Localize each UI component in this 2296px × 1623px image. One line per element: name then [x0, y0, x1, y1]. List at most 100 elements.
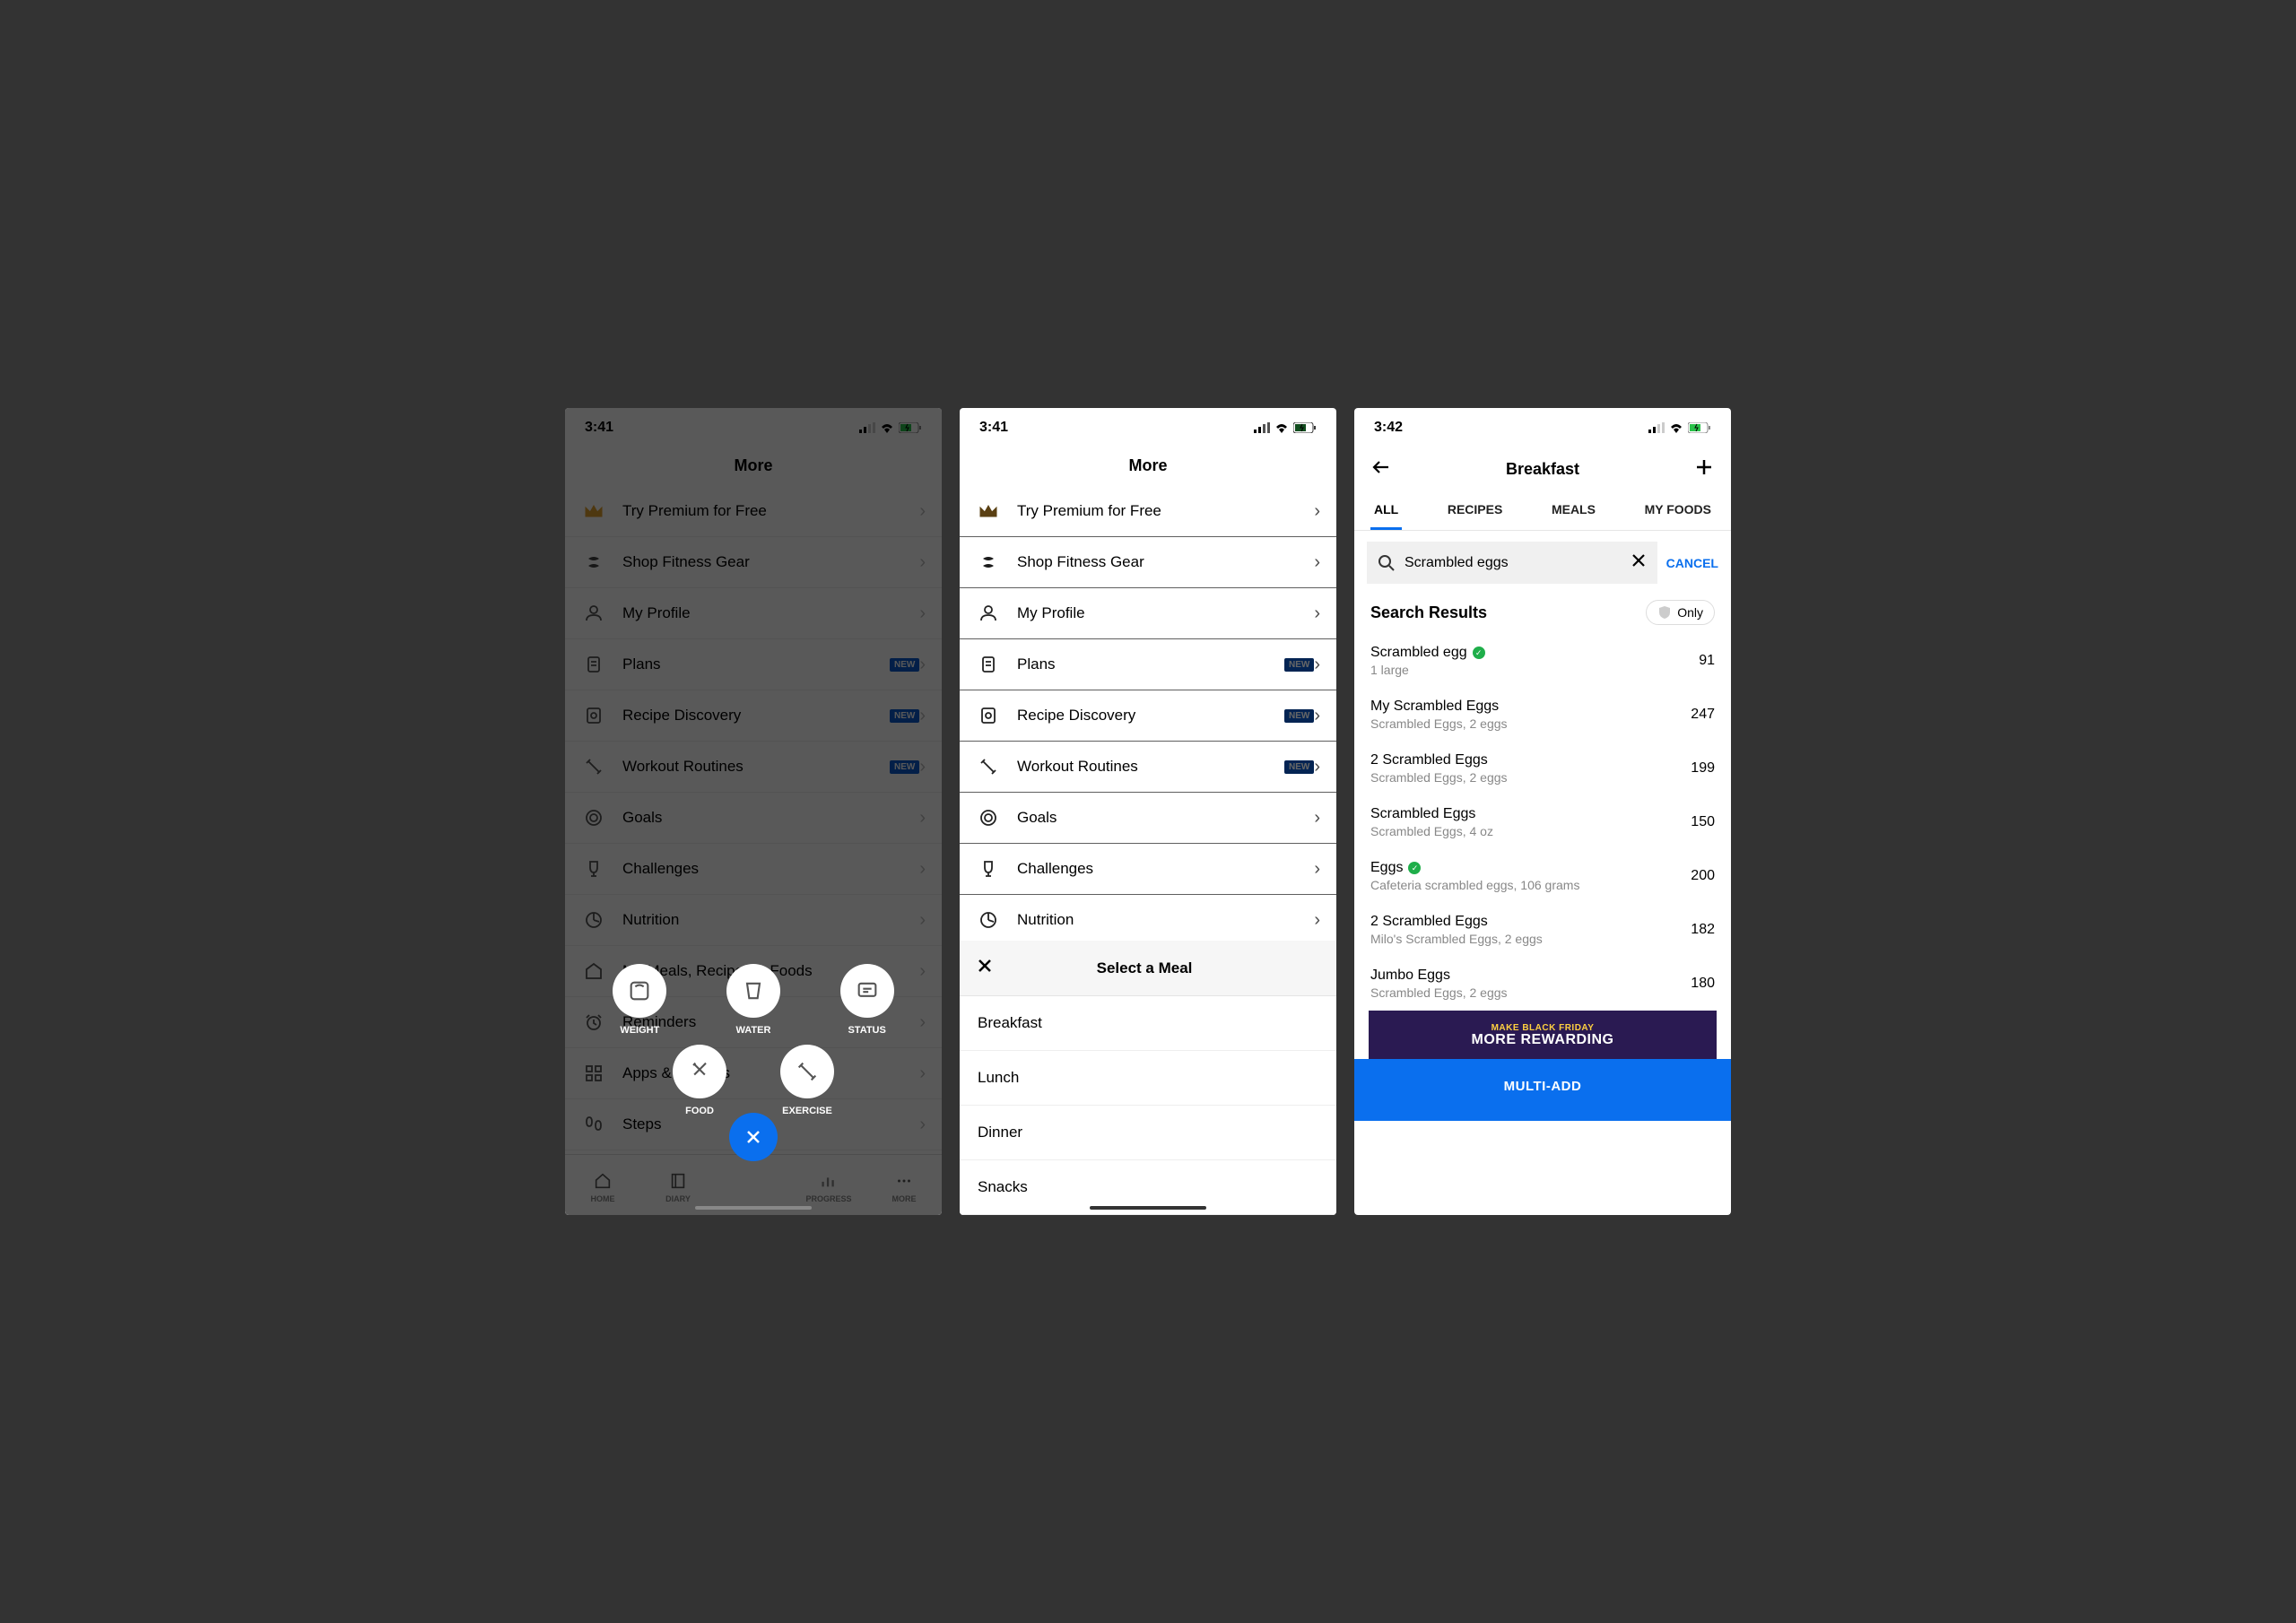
scale-icon — [613, 964, 666, 1018]
radial-weight[interactable]: WEIGHT — [613, 964, 666, 1036]
search-result[interactable]: Scrambled egg ✓ 1 large 91 — [1354, 634, 1731, 688]
tab-meals[interactable]: MEALS — [1548, 495, 1599, 530]
tab-my-foods[interactable]: MY FOODS — [1641, 495, 1715, 530]
screen-more-with-radial: 3:41 More Try Premium for Free › Shop Fi… — [565, 408, 942, 1215]
battery-icon — [1688, 422, 1711, 433]
result-calories: 180 — [1691, 976, 1715, 992]
chevron-right-icon: › — [1314, 859, 1320, 880]
wifi-icon — [1274, 422, 1289, 433]
search-result[interactable]: Eggs ✓ Cafeteria scrambled eggs, 106 gra… — [1354, 849, 1731, 903]
goals-icon — [976, 805, 1001, 830]
search-input[interactable] — [1405, 555, 1631, 571]
search-result[interactable]: My Scrambled Eggs Scrambled Eggs, 2 eggs… — [1354, 688, 1731, 742]
radial-food[interactable]: FOOD — [673, 1045, 726, 1116]
home-indicator — [1090, 1206, 1206, 1210]
page-title: More — [960, 447, 1336, 486]
wifi-icon — [1669, 422, 1683, 433]
result-sub: Cafeteria scrambled eggs, 106 grams — [1370, 878, 1579, 892]
result-sub: 1 large — [1370, 663, 1485, 677]
menu-label: My Profile — [1017, 604, 1314, 622]
verified-icon: ✓ — [1408, 862, 1421, 874]
search-icon — [1378, 554, 1396, 572]
search-result[interactable]: Scrambled Eggs Scrambled Eggs, 4 oz 150 — [1354, 795, 1731, 849]
meal-select-sheet: Select a Meal BreakfastLunchDinnerSnacks — [960, 941, 1336, 1215]
crown-icon — [976, 499, 1001, 524]
challenges-icon — [976, 856, 1001, 881]
signal-icon — [1254, 422, 1270, 433]
menu-label: Shop Fitness Gear — [1017, 553, 1314, 571]
result-calories: 247 — [1691, 707, 1715, 723]
cancel-button[interactable]: CANCEL — [1666, 556, 1718, 570]
result-sub: Milo's Scrambled Eggs, 2 eggs — [1370, 932, 1543, 946]
tab-recipes[interactable]: RECIPES — [1444, 495, 1506, 530]
menu-item-recipe[interactable]: Recipe Discovery NEW › — [960, 690, 1336, 742]
radial-label: EXERCISE — [782, 1106, 832, 1116]
menu-item-workout[interactable]: Workout Routines NEW › — [960, 742, 1336, 793]
meal-option-lunch[interactable]: Lunch — [960, 1051, 1336, 1106]
sheet-title: Select a Meal — [969, 959, 1320, 977]
close-icon — [1631, 552, 1647, 568]
new-badge: NEW — [1284, 709, 1314, 723]
radial-menu: WEIGHT WATER STATUS FOOD EXERCISE — [565, 964, 942, 1161]
radial-water[interactable]: WATER — [726, 964, 780, 1036]
result-sub: Scrambled Eggs, 2 eggs — [1370, 985, 1508, 1000]
result-name: Scrambled egg ✓ — [1370, 645, 1485, 661]
radial-label: FOOD — [685, 1106, 714, 1116]
result-name: 2 Scrambled Eggs — [1370, 914, 1543, 930]
multi-add-button[interactable]: MULTI-ADD — [1354, 1059, 1731, 1121]
new-badge: NEW — [1284, 658, 1314, 672]
nutrition-icon — [976, 907, 1001, 933]
status-icons — [1254, 422, 1317, 433]
result-sub: Scrambled Eggs, 2 eggs — [1370, 770, 1508, 785]
verified-only-toggle[interactable]: Only — [1646, 600, 1715, 625]
menu-item-challenges[interactable]: Challenges › — [960, 844, 1336, 895]
plans-icon — [976, 652, 1001, 677]
chevron-right-icon: › — [1314, 910, 1320, 931]
results-title: Search Results — [1370, 603, 1487, 622]
menu-item-profile[interactable]: My Profile › — [960, 588, 1336, 639]
verified-icon: ✓ — [1473, 647, 1485, 659]
menu-item-ua[interactable]: Shop Fitness Gear › — [960, 537, 1336, 588]
radial-label: STATUS — [848, 1025, 885, 1036]
radial-exercise[interactable]: EXERCISE — [780, 1045, 834, 1116]
result-name: 2 Scrambled Eggs — [1370, 752, 1508, 768]
tab-all[interactable]: ALL — [1370, 495, 1402, 530]
menu-item-goals[interactable]: Goals › — [960, 793, 1336, 844]
search-result[interactable]: 2 Scrambled Eggs Scrambled Eggs, 2 eggs … — [1354, 742, 1731, 795]
search-tabs: ALL RECIPES MEALS MY FOODS — [1354, 495, 1731, 531]
search-result[interactable]: Jumbo Eggs Scrambled Eggs, 2 eggs 180 — [1354, 957, 1731, 1011]
ua-icon — [976, 550, 1001, 575]
result-calories: 199 — [1691, 760, 1715, 777]
search-result[interactable]: 2 Scrambled Eggs Milo's Scrambled Eggs, … — [1354, 903, 1731, 957]
status-icons — [1648, 422, 1711, 433]
new-badge: NEW — [1284, 760, 1314, 774]
radial-status[interactable]: STATUS — [840, 964, 894, 1036]
add-button[interactable] — [1693, 456, 1715, 482]
menu-label: Challenges — [1017, 860, 1314, 878]
battery-icon — [1293, 422, 1317, 433]
menu-label: Workout Routines — [1017, 758, 1277, 776]
result-calories: 200 — [1691, 868, 1715, 884]
ad-banner[interactable]: MAKE BLACK FRIDAY MORE REWARDING — [1369, 1011, 1717, 1059]
menu-item-plans[interactable]: Plans NEW › — [960, 639, 1336, 690]
chevron-right-icon: › — [1314, 757, 1320, 777]
food-icon — [673, 1045, 726, 1098]
meal-option-dinner[interactable]: Dinner — [960, 1106, 1336, 1160]
result-calories: 182 — [1691, 922, 1715, 938]
chevron-right-icon: › — [1314, 552, 1320, 573]
shield-icon — [1657, 605, 1672, 620]
results-list: Scrambled egg ✓ 1 large 91 My Scrambled … — [1354, 634, 1731, 1011]
close-fab[interactable] — [729, 1113, 778, 1161]
menu-item-nutrition[interactable]: Nutrition › — [960, 895, 1336, 946]
meal-option-breakfast[interactable]: Breakfast — [960, 996, 1336, 1051]
chevron-right-icon: › — [1314, 603, 1320, 624]
screen-search: 3:42 Breakfast ALLRECIPESMEALSMY FOODS C… — [1354, 408, 1731, 1215]
profile-icon — [976, 601, 1001, 626]
back-button[interactable] — [1370, 456, 1392, 482]
status-bar: 3:41 — [960, 408, 1336, 447]
workout-icon — [976, 754, 1001, 779]
clear-search[interactable] — [1631, 552, 1647, 573]
status-bar: 3:42 — [1354, 408, 1731, 447]
plus-icon — [1693, 456, 1715, 478]
menu-item-crown[interactable]: Try Premium for Free › — [960, 486, 1336, 537]
